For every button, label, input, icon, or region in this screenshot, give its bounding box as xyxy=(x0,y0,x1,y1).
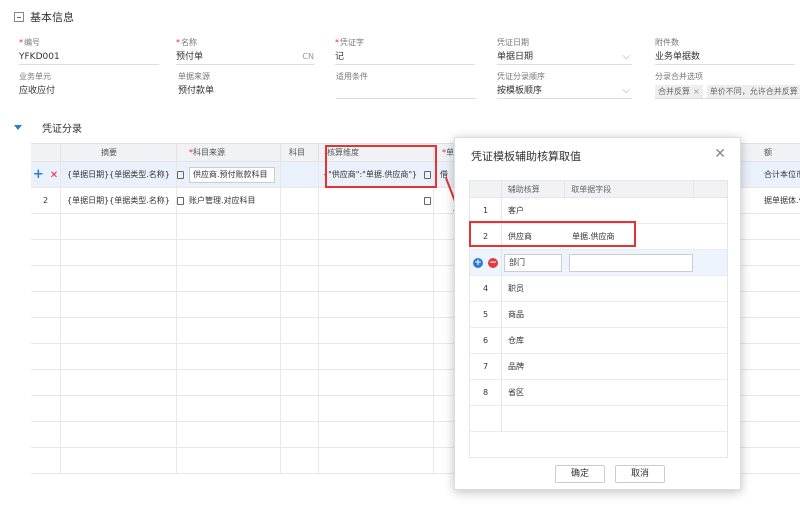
field-name-label: 名称 xyxy=(181,38,197,47)
field-business-unit: 业务单元 应收应付 xyxy=(19,71,159,99)
close-icon[interactable]: × xyxy=(693,87,700,96)
attachments-input[interactable]: 业务单据数 xyxy=(655,49,795,65)
row-summary: {单据日期}{单据类型.名称} xyxy=(61,188,177,214)
expand-triangle-icon[interactable] xyxy=(14,124,22,130)
business-unit-value: 应收应付 xyxy=(19,86,56,96)
field-merge-options-label: 分录合并选项 xyxy=(655,72,703,81)
row-number: 6 xyxy=(470,328,502,354)
voucher-word-input[interactable]: 记 xyxy=(335,49,475,65)
doc-field[interactable] xyxy=(566,276,696,302)
field-business-unit-label: 业务单元 xyxy=(19,72,51,81)
dialog-title: 凭证模板辅助核算取值 xyxy=(471,150,581,163)
collapse-icon[interactable] xyxy=(14,12,24,22)
list-item[interactable]: 7 品牌 xyxy=(470,354,727,380)
account-source-input[interactable]: 供应商.预付账款科目 xyxy=(189,167,275,183)
aux-table-header: 辅助核算 取单据字段 xyxy=(470,180,727,199)
field-attachments-label: 附件数 xyxy=(655,38,679,47)
entries-header[interactable]: 凭证分录 xyxy=(14,120,82,135)
col-summary: 摘要 xyxy=(61,144,177,162)
col-aux: 辅助核算 xyxy=(502,181,566,199)
list-item[interactable]: 8 省区 xyxy=(470,380,727,406)
field-condition-label: 适用条件 xyxy=(336,72,368,81)
highlight-box xyxy=(325,145,437,188)
doc-field[interactable] xyxy=(566,354,696,380)
copy-icon[interactable] xyxy=(177,171,184,179)
doc-source-value: 预付款单 xyxy=(178,86,215,96)
condition-input[interactable] xyxy=(336,83,476,99)
copy-icon[interactable] xyxy=(424,197,431,205)
row-account-source: 账户管理.对应科目 xyxy=(177,188,281,214)
col-account: 科目 xyxy=(281,144,319,162)
cancel-button[interactable]: 取消 xyxy=(615,465,665,483)
close-icon[interactable]: ✕ xyxy=(714,146,726,162)
field-condition: 适用条件 xyxy=(336,71,476,99)
language-suffix[interactable]: CN xyxy=(302,49,314,65)
merge-options-select[interactable]: 合并反算 × 单价不同，允许合并反算 xyxy=(655,83,800,99)
chevron-down-icon[interactable]: ⌵ xyxy=(622,49,630,65)
row-amount: 合计本位币) xyxy=(764,170,800,179)
col-amount: 额 xyxy=(764,148,772,157)
basic-info-header[interactable]: 基本信息 xyxy=(14,9,74,25)
list-item[interactable]: 4 职员 xyxy=(470,276,727,302)
doc-field[interactable] xyxy=(566,302,696,328)
field-voucher-date: 凭证日期 单据日期 ⌵ xyxy=(497,37,632,65)
row-account[interactable] xyxy=(281,188,319,214)
field-doc-source: 单据来源 预付款单 xyxy=(178,71,318,99)
aux-name-input[interactable]: 部门 xyxy=(504,254,562,272)
doc-field[interactable] xyxy=(566,328,696,354)
basic-info-title: 基本信息 xyxy=(30,11,74,24)
doc-field-input[interactable] xyxy=(569,254,693,272)
row-number: 5 xyxy=(470,302,502,328)
col-doc-field: 取单据字段 xyxy=(565,181,695,199)
name-input[interactable]: 预付单 CN xyxy=(176,49,314,65)
aux-name: 职员 xyxy=(508,284,524,293)
field-voucher-date-label: 凭证日期 xyxy=(497,38,529,47)
entry-order-select[interactable]: 按模板顺序 ⌵ xyxy=(497,83,632,99)
list-item[interactable]: 5 商品 xyxy=(470,302,727,328)
merge-tag: 合并反算 × xyxy=(655,85,703,98)
field-doc-source-label: 单据来源 xyxy=(178,72,210,81)
row-number: 4 xyxy=(470,276,502,302)
list-item-editing[interactable]: + − 部门 xyxy=(470,250,727,276)
aux-name: 商品 xyxy=(508,310,524,319)
field-merge-options: 分录合并选项 合并反算 × 单价不同，允许合并反算 xyxy=(655,71,800,99)
row-dimension[interactable] xyxy=(319,188,434,214)
ok-button[interactable]: 确定 xyxy=(555,465,605,483)
col-account-source: *科目来源 xyxy=(177,144,281,162)
row-account-source: 供应商.预付账款科目 xyxy=(177,162,281,188)
field-name: *名称 预付单 CN xyxy=(176,37,314,65)
field-number: *编号 YFKD001 xyxy=(19,37,159,65)
add-circle-icon[interactable]: + xyxy=(473,258,483,268)
row-summary: {单据日期}{单据类型.名称} xyxy=(61,162,177,188)
field-number-label: 编号 xyxy=(24,38,40,47)
field-voucher-word: *凭证字 记 xyxy=(335,37,475,65)
field-entry-order: 凭证分录顺序 按模板顺序 ⌵ xyxy=(497,71,632,99)
field-entry-order-label: 凭证分录顺序 xyxy=(497,72,545,81)
aux-name: 省区 xyxy=(508,388,524,397)
row-number: 2 xyxy=(31,188,61,214)
chevron-down-icon[interactable]: ⌵ xyxy=(622,83,630,99)
delete-row-icon[interactable]: ✕ xyxy=(50,170,58,181)
merge-tag: 单价不同，允许合并反算 xyxy=(706,85,800,98)
copy-icon[interactable] xyxy=(177,197,184,205)
doc-field[interactable] xyxy=(566,380,696,406)
row-account[interactable] xyxy=(281,162,319,188)
field-voucher-word-label: 凭证字 xyxy=(340,38,364,47)
field-attachments: 附件数 业务单据数 xyxy=(655,37,795,65)
aux-value-dialog: 凭证模板辅助核算取值 ✕ 辅助核算 取单据字段 1 客户 2 供应商 单据.供应… xyxy=(454,137,741,490)
remove-circle-icon[interactable]: − xyxy=(488,258,498,268)
aux-name: 品牌 xyxy=(508,362,524,371)
row-amount: 据单据体.付款金额 xyxy=(764,196,800,205)
add-row-icon[interactable]: + xyxy=(33,167,44,182)
row-number: 8 xyxy=(470,380,502,406)
list-item[interactable]: 6 仓库 xyxy=(470,328,727,354)
highlight-box xyxy=(469,221,636,247)
number-input[interactable]: YFKD001 xyxy=(19,49,159,65)
voucher-date-select[interactable]: 单据日期 ⌵ xyxy=(497,49,632,65)
aux-name: 仓库 xyxy=(508,336,524,345)
row-number: 7 xyxy=(470,354,502,380)
empty-row xyxy=(470,406,727,432)
entries-title: 凭证分录 xyxy=(42,123,82,135)
